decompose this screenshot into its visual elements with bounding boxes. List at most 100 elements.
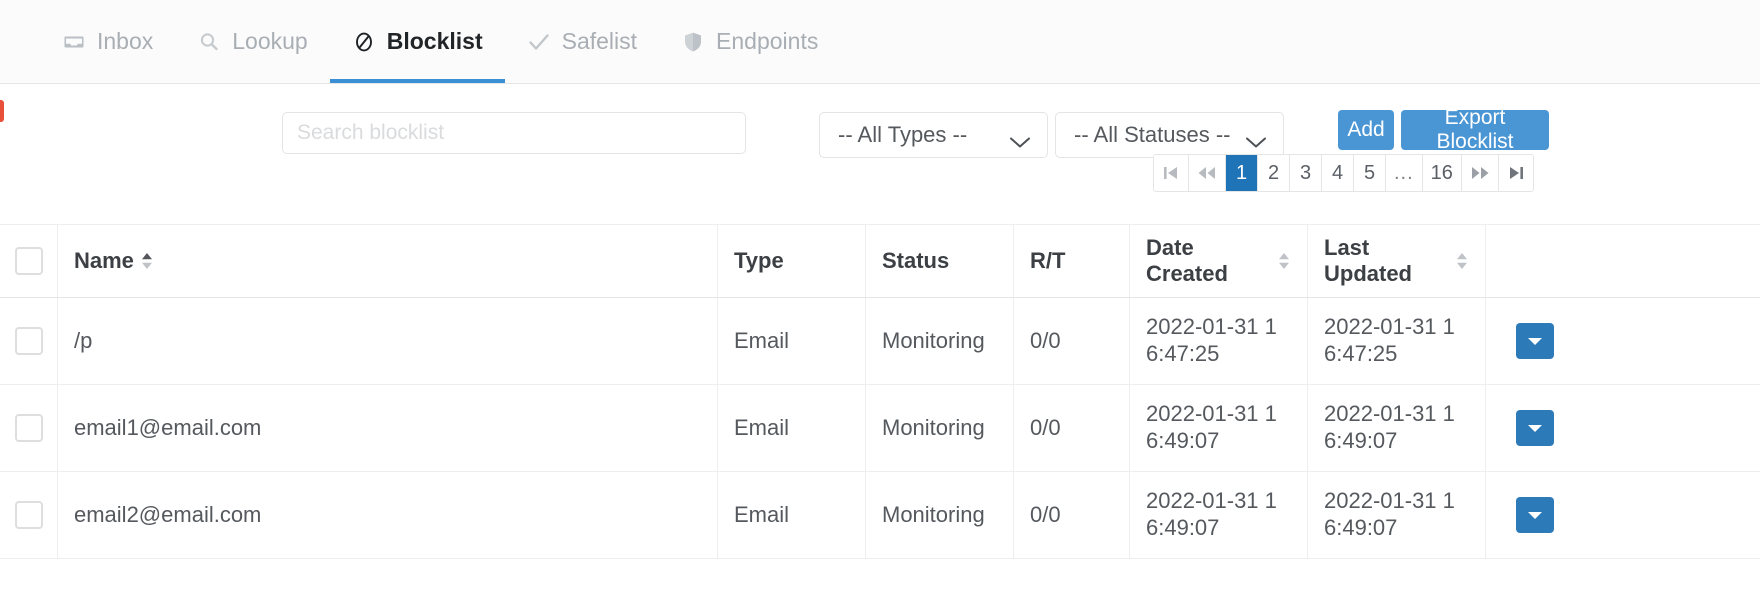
column-header-status: Status (866, 225, 1014, 297)
cell-type: Email (718, 298, 866, 384)
table-row[interactable]: email1@email.com Email Monitoring 0/0 20… (0, 385, 1760, 472)
blocklist-page: Inbox Lookup Blocklist Safelist Endpoint (0, 0, 1760, 612)
cell-type-value: Email (734, 328, 790, 353)
row-checkbox[interactable] (14, 327, 43, 355)
cell-actions (1486, 298, 1760, 384)
main-navigation: Inbox Lookup Blocklist Safelist Endpoint (0, 0, 1760, 84)
cell-rt-value: 0/0 (1030, 328, 1061, 353)
column-header-status-label: Status (882, 248, 950, 273)
pagination-next[interactable] (1461, 155, 1499, 191)
tab-safelist-label: Safelist (561, 28, 638, 54)
cell-last-updated-value: 2022-01-31 16:49:07 (1324, 488, 1455, 540)
blocklist-table: Name Type Status R/T Date Created Last U… (0, 224, 1760, 559)
row-checkbox-cell[interactable] (0, 472, 58, 558)
type-filter-value: -- All Types -- (838, 122, 968, 147)
pagination-last[interactable] (1498, 155, 1533, 191)
row-checkbox-cell[interactable] (0, 298, 58, 384)
column-header-date-created[interactable]: Date Created (1130, 225, 1308, 297)
pagination-page-16[interactable]: 16 (1422, 155, 1462, 191)
cell-date-created: 2022-01-31 16:49:07 (1130, 472, 1308, 558)
cell-rt: 0/0 (1014, 385, 1130, 471)
cell-type: Email (718, 385, 866, 471)
pagination-prev[interactable] (1189, 155, 1226, 191)
tab-lookup[interactable]: Lookup (175, 0, 329, 83)
status-filter-value: -- All Statuses -- (1074, 122, 1231, 147)
column-header-name[interactable]: Name (58, 225, 718, 297)
row-checkbox-cell[interactable] (0, 385, 58, 471)
cell-last-updated: 2022-01-31 16:49:07 (1308, 385, 1486, 471)
cell-status: Monitoring (866, 472, 1014, 558)
cell-name-value: email2@email.com (74, 501, 262, 527)
column-header-name-label: Name (74, 248, 134, 273)
row-actions-dropdown-button[interactable] (1516, 323, 1554, 359)
search-input[interactable] (282, 112, 746, 154)
cell-date-created-value: 2022-01-31 16:47:25 (1146, 314, 1277, 366)
table-row[interactable]: /p Email Monitoring 0/0 2022-01-31 16:47… (0, 298, 1760, 385)
column-header-last-updated-label: Last Updated (1324, 235, 1412, 286)
cell-rt: 0/0 (1014, 298, 1130, 384)
cell-rt-value: 0/0 (1030, 502, 1061, 527)
table-row[interactable]: email2@email.com Email Monitoring 0/0 20… (0, 472, 1760, 559)
export-blocklist-button[interactable]: Export Blocklist (1401, 106, 1549, 153)
cell-name: /p (58, 298, 718, 384)
block-icon (352, 30, 376, 54)
cell-status-value: Monitoring (882, 415, 985, 440)
cell-status-value: Monitoring (882, 502, 985, 527)
type-filter-select[interactable]: -- All Types -- (819, 112, 1048, 158)
tab-endpoints[interactable]: Endpoints (659, 0, 840, 83)
tab-lookup-label: Lookup (232, 28, 308, 54)
cell-status-value: Monitoring (882, 328, 985, 353)
cell-last-updated: 2022-01-31 16:49:07 (1308, 472, 1486, 558)
tab-blocklist-label: Blocklist (386, 28, 483, 54)
cell-name-value: email1@email.com (74, 414, 262, 440)
sort-icon (1277, 251, 1291, 271)
tab-inbox[interactable]: Inbox (40, 0, 175, 83)
pagination-page-4[interactable]: 4 (1322, 155, 1354, 191)
pagination: 1 2 3 4 5 ... 16 (1153, 154, 1534, 192)
select-all-checkbox[interactable] (14, 247, 43, 275)
cell-actions (1486, 472, 1760, 558)
add-button[interactable]: Add (1338, 110, 1394, 150)
column-header-rt-label: R/T (1030, 248, 1066, 273)
pagination-page-2[interactable]: 2 (1258, 155, 1290, 191)
cell-date-created: 2022-01-31 16:47:25 (1130, 298, 1308, 384)
cell-rt-value: 0/0 (1030, 415, 1061, 440)
column-header-last-updated[interactable]: Last Updated (1308, 225, 1486, 297)
inbox-icon (62, 30, 86, 54)
cell-name-value: /p (74, 327, 93, 353)
check-icon (527, 30, 551, 54)
tab-blocklist[interactable]: Blocklist (329, 0, 505, 83)
tab-safelist[interactable]: Safelist (505, 0, 659, 83)
shield-icon (681, 30, 705, 54)
column-header-rt: R/T (1014, 225, 1130, 297)
status-filter-select[interactable]: -- All Statuses -- (1055, 112, 1284, 158)
cell-date-created-value: 2022-01-31 16:49:07 (1146, 401, 1277, 453)
cell-status: Monitoring (866, 385, 1014, 471)
cell-type: Email (718, 472, 866, 558)
row-checkbox[interactable] (14, 501, 43, 529)
cell-actions (1486, 385, 1760, 471)
pagination-page-3[interactable]: 3 (1290, 155, 1322, 191)
cell-name: email1@email.com (58, 385, 718, 471)
chevron-down-icon (1245, 129, 1267, 147)
tab-inbox-label: Inbox (97, 28, 154, 54)
row-actions-dropdown-button[interactable] (1516, 497, 1554, 533)
pagination-page-1[interactable]: 1 (1226, 155, 1258, 191)
sort-icon (140, 251, 154, 271)
cell-rt: 0/0 (1014, 472, 1130, 558)
table-body: /p Email Monitoring 0/0 2022-01-31 16:47… (0, 298, 1760, 559)
row-checkbox[interactable] (14, 414, 43, 442)
cell-date-created: 2022-01-31 16:49:07 (1130, 385, 1308, 471)
pagination-page-5[interactable]: 5 (1354, 155, 1386, 191)
row-actions-dropdown-button[interactable] (1516, 410, 1554, 446)
cell-last-updated: 2022-01-31 16:47:25 (1308, 298, 1486, 384)
column-header-date-created-label: Date Created (1146, 235, 1228, 286)
pagination-ellipsis: ... (1386, 155, 1423, 191)
tab-endpoints-label: Endpoints (716, 28, 819, 54)
select-all-checkbox-cell[interactable] (0, 225, 58, 297)
pagination-first[interactable] (1154, 155, 1189, 191)
cell-type-value: Email (734, 502, 790, 527)
search-icon (197, 30, 221, 54)
column-header-type-label: Type (734, 248, 784, 273)
cell-last-updated-value: 2022-01-31 16:49:07 (1324, 401, 1455, 453)
